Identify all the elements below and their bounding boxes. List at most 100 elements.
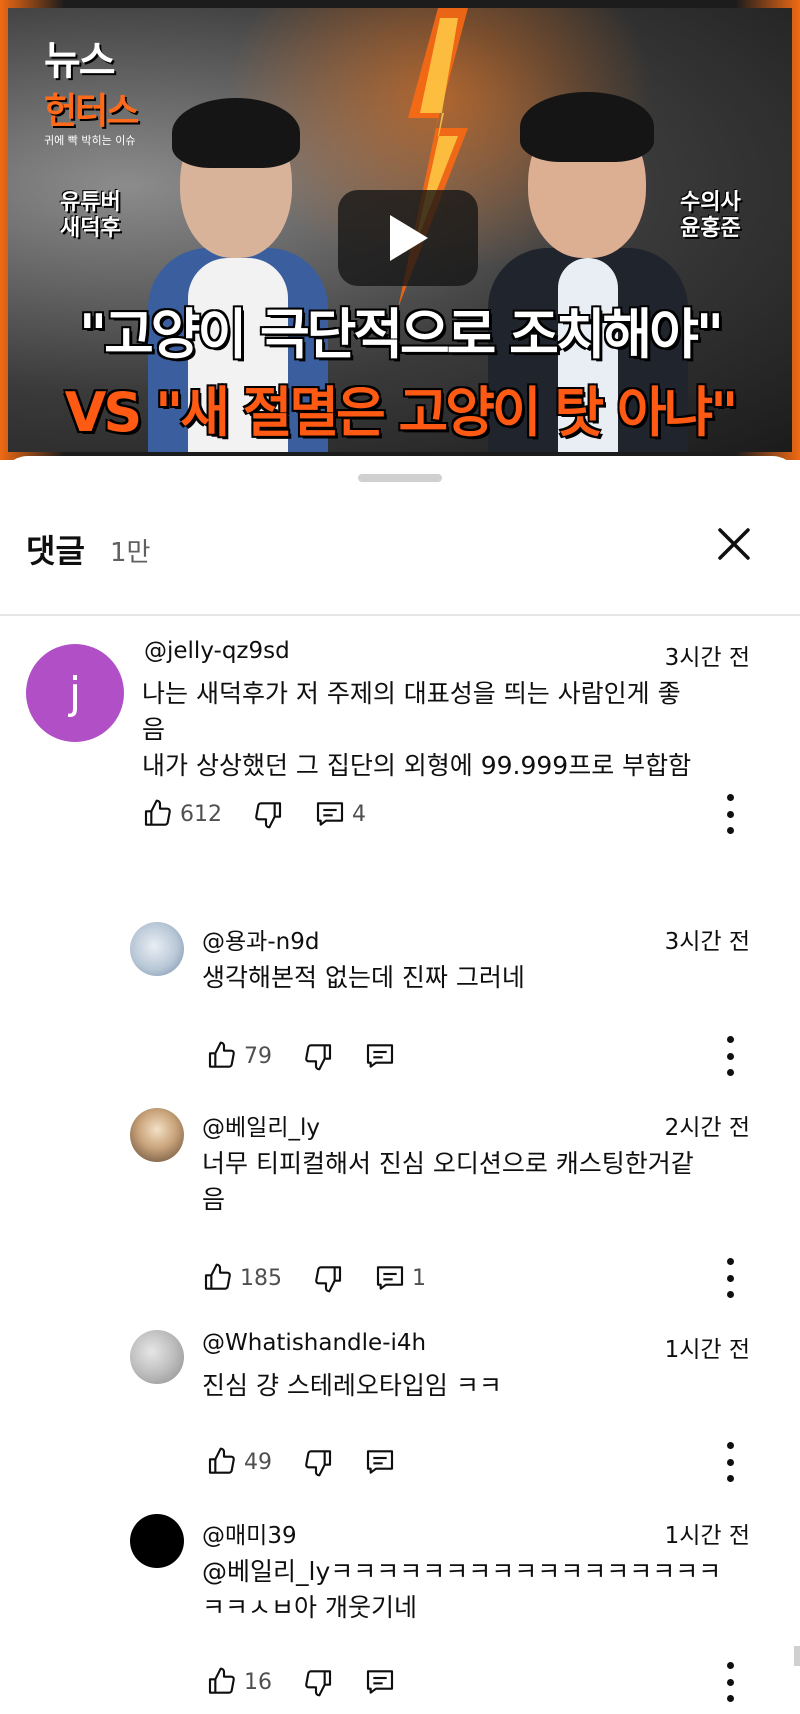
play-button[interactable] [338, 190, 478, 286]
reply-time: 1시간 전 [664, 1337, 750, 1363]
reply-item: @Whatishandle-i4h 1시간 전 진심 걍 스테레오타입임 ㅋㅋ … [0, 1328, 800, 1488]
video-player[interactable]: 뉴스 헌터스 귀에 빡 박히는 이슈 유튜버 새덕후 수의사 윤홍준 "고양이 … [0, 0, 800, 460]
reply-author[interactable]: @베일리_ly [202, 1108, 320, 1142]
thumbs-down-icon [315, 1266, 342, 1293]
reply-actions: 16 [206, 1662, 426, 1702]
more-options-button[interactable] [720, 1442, 740, 1482]
dislike-button[interactable] [312, 1262, 344, 1294]
reply-count: 4 [352, 801, 366, 827]
reply-button[interactable] [364, 1040, 396, 1072]
thumbs-down-icon [305, 1044, 332, 1071]
reply-icon [366, 1670, 394, 1694]
play-icon [390, 215, 428, 261]
more-vert-icon [726, 1662, 734, 1669]
reply-text-line: @베일리_lyㅋㅋㅋㅋㅋㅋㅋㅋㅋㅋㅋㅋㅋㅋㅋㅋㅋ [202, 1557, 722, 1586]
reply-text: @베일리_lyㅋㅋㅋㅋㅋㅋㅋㅋㅋㅋㅋㅋㅋㅋㅋㅋㅋ ㅋㅋㅅㅂ아 개웃기네 [202, 1554, 782, 1626]
right-tag-role: 수의사 [680, 190, 741, 215]
header-divider [0, 614, 800, 616]
like-count: 185 [240, 1265, 282, 1291]
reply-text: 진심 걍 스테레오타입임 ㅋㅋ [202, 1368, 762, 1404]
dislike-button[interactable] [302, 1666, 334, 1698]
thumbs-up-icon [208, 1447, 235, 1474]
like-button[interactable]: 612 [142, 798, 222, 830]
thumbs-down-icon [305, 1670, 332, 1697]
thumbnail-headline-1: "고양이 극단적으로 조치해야" [78, 303, 724, 366]
avatar-letter: j [68, 667, 82, 719]
close-button[interactable] [712, 522, 756, 566]
more-vert-icon [726, 1258, 734, 1265]
like-count: 612 [180, 801, 222, 827]
like-button[interactable]: 79 [206, 1040, 272, 1072]
right-tag-name: 윤홍준 [680, 216, 741, 241]
reply-item: @베일리_ly 2시간 전 너무 티피컬해서 진심 오디션으로 캐스팅한거같 음… [0, 1106, 800, 1306]
comments-count: 1만 [110, 538, 151, 568]
left-tag-role: 유튜버 [60, 190, 121, 215]
left-name-tag: 유튜버 새덕후 [60, 190, 121, 242]
thumbs-up-icon [208, 1667, 235, 1694]
reply-text-line: 진심 걍 스테레오타입임 ㅋㅋ [202, 1371, 502, 1400]
reply-author[interactable]: @용과-n9d [202, 922, 319, 956]
more-options-button[interactable] [720, 1036, 740, 1076]
reply-icon [316, 802, 344, 826]
comment-time: 3시간 전 [664, 645, 750, 671]
reply-button[interactable]: 1 [374, 1262, 426, 1294]
comment-actions: 612 4 [142, 794, 396, 834]
thumbs-up-icon [144, 799, 171, 826]
reply-text-line: 생각해본적 없는데 진짜 그러네 [202, 963, 525, 992]
reply-actions: 49 [206, 1442, 426, 1482]
comments-header: 댓글 1만 [0, 516, 800, 586]
like-count: 49 [244, 1449, 272, 1475]
scrollbar[interactable] [794, 1646, 800, 1666]
reply-button[interactable] [364, 1446, 396, 1478]
logo-line-2: 헌터스 [44, 91, 139, 132]
dislike-button[interactable] [252, 798, 284, 830]
thumbs-up-icon [204, 1263, 231, 1290]
more-vert-icon [726, 1442, 734, 1449]
reply-actions: 79 [206, 1036, 426, 1076]
avatar[interactable] [130, 1330, 184, 1384]
video-thumbnail: 뉴스 헌터스 귀에 빡 박히는 이슈 유튜버 새덕후 수의사 윤홍준 "고양이 … [8, 8, 792, 452]
comment-item: j @jelly-qz9sd 3시간 전 나는 새덕후가 저 주제의 대표성을 … [0, 632, 800, 834]
more-options-button[interactable] [720, 1258, 740, 1298]
comment-text-line: 나는 새덕후가 저 주제의 대표성을 띄는 사람인게 좋 [142, 679, 681, 708]
thumbs-up-icon [208, 1041, 235, 1068]
comment-author[interactable]: @jelly-qz9sd [144, 638, 290, 664]
reply-time: 2시간 전 [664, 1115, 750, 1141]
reply-time: 1시간 전 [664, 1523, 750, 1549]
more-vert-icon [726, 794, 734, 801]
avatar[interactable] [130, 1514, 184, 1568]
comment-text: 나는 새덕후가 저 주제의 대표성을 띄는 사람인게 좋 음 내가 상상했던 그… [142, 676, 752, 784]
like-count: 79 [244, 1043, 272, 1069]
logo-subtitle: 귀에 빡 박히는 이슈 [44, 134, 136, 147]
avatar[interactable] [130, 1108, 184, 1162]
reply-actions: 185 1 [202, 1258, 456, 1298]
comments-sheet: 댓글 1만 j @jelly-qz9sd 3시간 전 나는 새덕후가 저 주제의… [0, 456, 800, 1714]
like-button[interactable]: 16 [206, 1666, 272, 1698]
dislike-button[interactable] [302, 1040, 334, 1072]
avatar[interactable]: j [26, 644, 124, 742]
more-options-button[interactable] [720, 1662, 740, 1702]
comment-text-line: 내가 상상했던 그 집단의 외형에 99.999프로 부합함 [142, 751, 692, 780]
reply-text-line: ㅋㅋㅅㅂ아 개웃기네 [202, 1593, 417, 1622]
reply-icon [376, 1266, 404, 1290]
reply-count: 1 [412, 1265, 426, 1291]
channel-logo: 뉴스 헌터스 귀에 빡 박히는 이슈 [44, 28, 139, 148]
like-button[interactable]: 49 [206, 1446, 272, 1478]
reply-button[interactable]: 4 [314, 798, 366, 830]
reply-text-line: 음 [202, 1185, 226, 1214]
right-name-tag: 수의사 윤홍준 [680, 190, 741, 242]
close-icon [718, 528, 750, 560]
thumbnail-headline-2: VS "새 절멸은 고양이 탓 아냐" [64, 381, 739, 444]
reply-author[interactable]: @Whatishandle-i4h [202, 1330, 426, 1356]
avatar[interactable] [130, 922, 184, 976]
drag-handle[interactable] [358, 474, 442, 482]
logo-line-1: 뉴스 [44, 38, 116, 84]
reply-icon [366, 1450, 394, 1474]
like-button[interactable]: 185 [202, 1262, 282, 1294]
like-count: 16 [244, 1669, 272, 1695]
more-options-button[interactable] [720, 794, 740, 834]
reply-button[interactable] [364, 1666, 396, 1698]
reply-author[interactable]: @매미39 [202, 1516, 297, 1550]
thumbs-down-icon [255, 802, 282, 829]
dislike-button[interactable] [302, 1446, 334, 1478]
